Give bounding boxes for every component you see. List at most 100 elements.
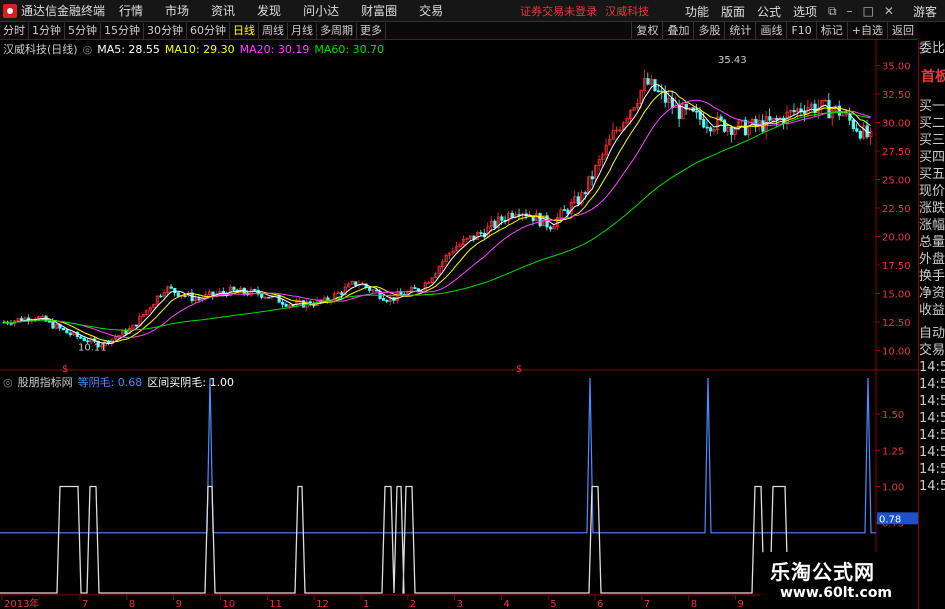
candle-body xyxy=(281,301,285,305)
tab-monthly[interactable]: 月线 xyxy=(288,22,317,39)
panel-first-board: 首板 xyxy=(921,69,945,85)
tool-adjust[interactable]: 复权 xyxy=(631,22,662,39)
tab-1min[interactable]: 1分钟 xyxy=(29,22,65,39)
menu-wealth[interactable]: 财富圈 xyxy=(350,2,408,19)
tab-60min[interactable]: 60分钟 xyxy=(187,22,230,39)
menu-discover[interactable]: 发现 xyxy=(246,2,292,19)
menu-news[interactable]: 资讯 xyxy=(200,2,246,19)
date-label: 2013年 xyxy=(4,597,39,609)
tool-f10[interactable]: F10 xyxy=(786,22,815,39)
candle-body xyxy=(375,289,379,292)
restore-icon[interactable]: ⧉ xyxy=(823,4,842,19)
indicator-tick-label: 1.50 xyxy=(882,410,904,421)
indicator-v2: 区间买阴毛: 1.00 xyxy=(147,376,235,389)
candle-body xyxy=(267,296,271,299)
date-label: 8 xyxy=(691,599,697,609)
app-logo: 通达信金融终端 xyxy=(0,2,108,19)
settings-icon[interactable]: ◎ xyxy=(83,43,93,56)
candle-body xyxy=(79,336,83,339)
event-marker: $ xyxy=(516,364,522,375)
tab-more[interactable]: 更多 xyxy=(357,22,386,39)
panel-trade[interactable]: 交易 xyxy=(919,342,945,359)
menu-options[interactable]: 选项 xyxy=(787,3,823,20)
candle-body xyxy=(284,303,288,307)
guest-label[interactable]: 游客 xyxy=(913,3,937,20)
candle-body xyxy=(82,337,86,342)
candle-body xyxy=(855,128,859,132)
candle-body xyxy=(538,213,542,227)
menu-trade[interactable]: 交易 xyxy=(408,2,454,19)
panel-auto[interactable]: 自动 xyxy=(919,325,945,342)
date-label: 9 xyxy=(176,599,182,609)
price-tick-label: 10.00 xyxy=(882,347,911,358)
tab-intraday[interactable]: 分时 xyxy=(0,22,29,39)
date-label: 7 xyxy=(644,599,650,609)
tab-30min[interactable]: 30分钟 xyxy=(144,22,187,39)
candle-body xyxy=(197,298,201,301)
menu-layout[interactable]: 版面 xyxy=(715,3,751,20)
tick-time: 14:56 xyxy=(919,428,945,443)
menu-ask[interactable]: 问小达 xyxy=(292,2,350,19)
candle-body xyxy=(124,330,128,334)
tab-5min[interactable]: 5分钟 xyxy=(65,22,101,39)
login-status[interactable]: 证券交易未登录 xyxy=(520,3,597,19)
tab-daily[interactable]: 日线 xyxy=(230,22,259,39)
high-price-label: 35.43 xyxy=(718,55,747,66)
price-tick-label: 15.00 xyxy=(882,290,911,301)
menu-formula[interactable]: 公式 xyxy=(751,3,787,20)
ma-line-60 xyxy=(3,111,871,331)
tab-weekly[interactable]: 周线 xyxy=(259,22,288,39)
menu-function[interactable]: 功能 xyxy=(679,3,715,20)
tool-back[interactable]: 返回 xyxy=(887,22,918,39)
candle-body xyxy=(159,295,163,298)
candle-body xyxy=(719,116,723,121)
candle-body xyxy=(413,287,417,289)
date-label: 8 xyxy=(129,599,135,609)
candle-body xyxy=(232,286,236,291)
menu-market[interactable]: 市场 xyxy=(154,2,200,19)
price-tick-label: 17.50 xyxy=(882,261,911,272)
candle-body xyxy=(20,318,24,322)
candle-body xyxy=(851,119,855,129)
close-icon[interactable]: ✕ xyxy=(879,4,899,18)
tab-15min[interactable]: 15分钟 xyxy=(101,22,144,39)
minimize-icon[interactable]: – xyxy=(842,4,858,18)
tab-multi-period[interactable]: 多周期 xyxy=(317,22,357,39)
settings-icon[interactable]: ◎ xyxy=(3,376,13,389)
panel-item: 买三 xyxy=(919,133,945,148)
tool-overlay[interactable]: 叠加 xyxy=(662,22,693,39)
panel-item: 买四 xyxy=(919,150,945,165)
price-tick-label: 32.50 xyxy=(882,90,911,101)
panel-item: 买五 xyxy=(919,167,945,182)
maximize-icon[interactable]: □ xyxy=(858,4,879,18)
ma-line-5 xyxy=(3,84,871,345)
candle-body xyxy=(549,226,553,230)
panel-item: 买二 xyxy=(919,116,945,131)
candle-body xyxy=(61,327,65,331)
price-tick-label: 22.50 xyxy=(882,204,911,215)
low-price-label: 10.11 xyxy=(78,343,107,354)
current-value-label: 0.78 xyxy=(879,514,901,525)
price-tick-label: 27.50 xyxy=(882,147,911,158)
tick-time: 14:55 xyxy=(919,377,945,392)
candle-body xyxy=(493,220,497,228)
price-chart-title: 汉威科技(日线) xyxy=(3,43,78,56)
candle-body xyxy=(47,320,52,323)
candle-body xyxy=(479,232,483,234)
ma-line-10 xyxy=(3,90,871,343)
candle-body xyxy=(656,90,661,93)
tool-stats[interactable]: 统计 xyxy=(724,22,755,39)
tool-draw[interactable]: 画线 xyxy=(755,22,786,39)
candle-body xyxy=(68,332,72,336)
candle-body xyxy=(399,291,403,295)
menu-quotes[interactable]: 行情 xyxy=(108,2,154,19)
candle-body xyxy=(775,117,779,121)
indicator-tick-label: 1.25 xyxy=(882,446,904,457)
tool-multi-stock[interactable]: 多股 xyxy=(693,22,724,39)
candle-body xyxy=(260,293,264,298)
chart-canvas[interactable]: 35.00 32.50 30.00 27.50 25.00 22.50 20.00 17.50… xyxy=(0,40,918,609)
ma5-label: MA5: 28.55 xyxy=(97,42,160,56)
ma60-label: MA60: 30.70 xyxy=(314,42,385,56)
tool-add-watch[interactable]: +自选 xyxy=(846,22,887,39)
tool-mark[interactable]: 标记 xyxy=(815,22,847,39)
